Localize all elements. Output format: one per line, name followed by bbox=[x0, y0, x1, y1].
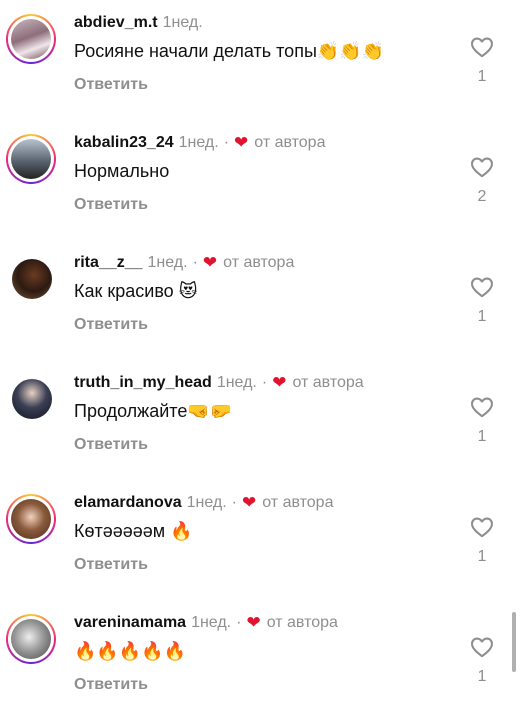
heart-icon[interactable] bbox=[469, 394, 495, 420]
heart-icon[interactable] bbox=[469, 634, 495, 660]
reply-button[interactable]: Ответить bbox=[74, 434, 148, 456]
separator-dot: · bbox=[231, 494, 237, 511]
comment-time: 1нед. bbox=[178, 134, 219, 151]
author-label: от автора bbox=[262, 494, 334, 511]
heart-icon[interactable] bbox=[469, 274, 495, 300]
comment-item: abdiev_m.t 1нед. Росияне начали делать т… bbox=[0, 0, 520, 120]
avatar[interactable] bbox=[11, 619, 51, 659]
avatar-story-ring[interactable] bbox=[6, 14, 56, 64]
comment-time: 1нед. bbox=[162, 14, 203, 31]
heart-icon[interactable] bbox=[469, 154, 495, 180]
author-label: от автора bbox=[223, 254, 295, 271]
author-heart-icon: ❤ bbox=[234, 133, 249, 152]
separator-dot: · bbox=[261, 374, 268, 391]
comment-time: 1нед. bbox=[147, 254, 188, 271]
separator-dot: · bbox=[223, 134, 230, 151]
avatar-story-ring[interactable] bbox=[6, 494, 56, 544]
comment-time: 1нед. bbox=[191, 614, 232, 631]
comment-text: 🔥🔥🔥🔥🔥 bbox=[74, 638, 186, 664]
like-count: 1 bbox=[477, 308, 487, 325]
like-count: 2 bbox=[477, 188, 487, 205]
comment-username[interactable]: kabalin23_24 bbox=[74, 132, 174, 154]
comment-emoji: 🤜🤛 bbox=[187, 401, 233, 421]
author-heart-icon: ❤ bbox=[272, 373, 287, 392]
comment-time: 1нед. bbox=[186, 494, 227, 511]
comment-time: 1нед. bbox=[216, 374, 257, 391]
avatar-story-ring[interactable] bbox=[6, 614, 56, 664]
heart-icon[interactable] bbox=[469, 34, 495, 60]
reply-button[interactable]: Ответить bbox=[74, 674, 148, 696]
avatar[interactable] bbox=[11, 499, 51, 539]
reply-button[interactable]: Ответить bbox=[74, 554, 148, 576]
comment-item: kabalin23_24 1нед. · ❤ от автора Нормаль… bbox=[0, 120, 520, 240]
author-label: от автора bbox=[254, 134, 326, 151]
comment-username[interactable]: elamardanova bbox=[74, 492, 182, 514]
comment-text: Нормально bbox=[74, 161, 170, 181]
comment-username[interactable]: rita__z__ bbox=[74, 252, 143, 274]
avatar[interactable] bbox=[12, 379, 52, 419]
avatar-story-ring[interactable] bbox=[6, 134, 56, 184]
comment-emoji: 😻 bbox=[178, 281, 198, 301]
comment-username[interactable]: truth_in_my_head bbox=[74, 372, 212, 394]
like-count: 1 bbox=[477, 548, 487, 565]
comment-text: Кѳтәәәәәм 🔥 bbox=[74, 521, 193, 541]
comment-username[interactable]: vareninamama bbox=[74, 612, 186, 634]
separator-dot: · bbox=[236, 614, 242, 631]
separator-dot: · bbox=[192, 254, 198, 271]
comment-text: Как красиво 😻 bbox=[74, 281, 198, 301]
reply-button[interactable]: Ответить bbox=[74, 74, 148, 96]
comment-item: elamardanova 1нед. · ❤ от автора Кѳтәәәә… bbox=[0, 480, 520, 600]
avatar[interactable] bbox=[11, 139, 51, 179]
author-label: от автора bbox=[266, 614, 338, 631]
comment-item: rita__z__ 1нед. · ❤ от автора Как красив… bbox=[0, 240, 520, 360]
like-count: 1 bbox=[477, 668, 487, 685]
like-count: 1 bbox=[477, 68, 487, 85]
like-count: 1 bbox=[477, 428, 487, 445]
avatar[interactable] bbox=[12, 259, 52, 299]
heart-icon[interactable] bbox=[469, 514, 495, 540]
reply-button[interactable]: Ответить bbox=[74, 314, 148, 336]
comment-text: Продолжайте🤜🤛 bbox=[74, 401, 233, 421]
author-heart-icon: ❤ bbox=[242, 493, 257, 512]
author-heart-icon: ❤ bbox=[202, 253, 218, 272]
comment-emoji: 🔥 bbox=[170, 521, 193, 541]
avatar[interactable] bbox=[11, 19, 51, 59]
scrollbar[interactable] bbox=[512, 612, 516, 672]
comment-text: Росияне начали делать топы👏👏👏 bbox=[74, 41, 385, 61]
reply-button[interactable]: Ответить bbox=[74, 194, 148, 216]
comment-emoji: 👏👏👏 bbox=[316, 41, 385, 61]
comment-item: vareninamama 1нед. · ❤ от автора 🔥🔥🔥🔥🔥 О… bbox=[0, 600, 520, 720]
author-heart-icon: ❤ bbox=[246, 613, 261, 632]
comment-item: truth_in_my_head 1нед. · ❤ от автора Про… bbox=[0, 360, 520, 480]
comment-emoji: 🔥🔥🔥🔥🔥 bbox=[74, 641, 187, 661]
author-label: от автора bbox=[292, 374, 364, 391]
comment-username[interactable]: abdiev_m.t bbox=[74, 12, 158, 34]
